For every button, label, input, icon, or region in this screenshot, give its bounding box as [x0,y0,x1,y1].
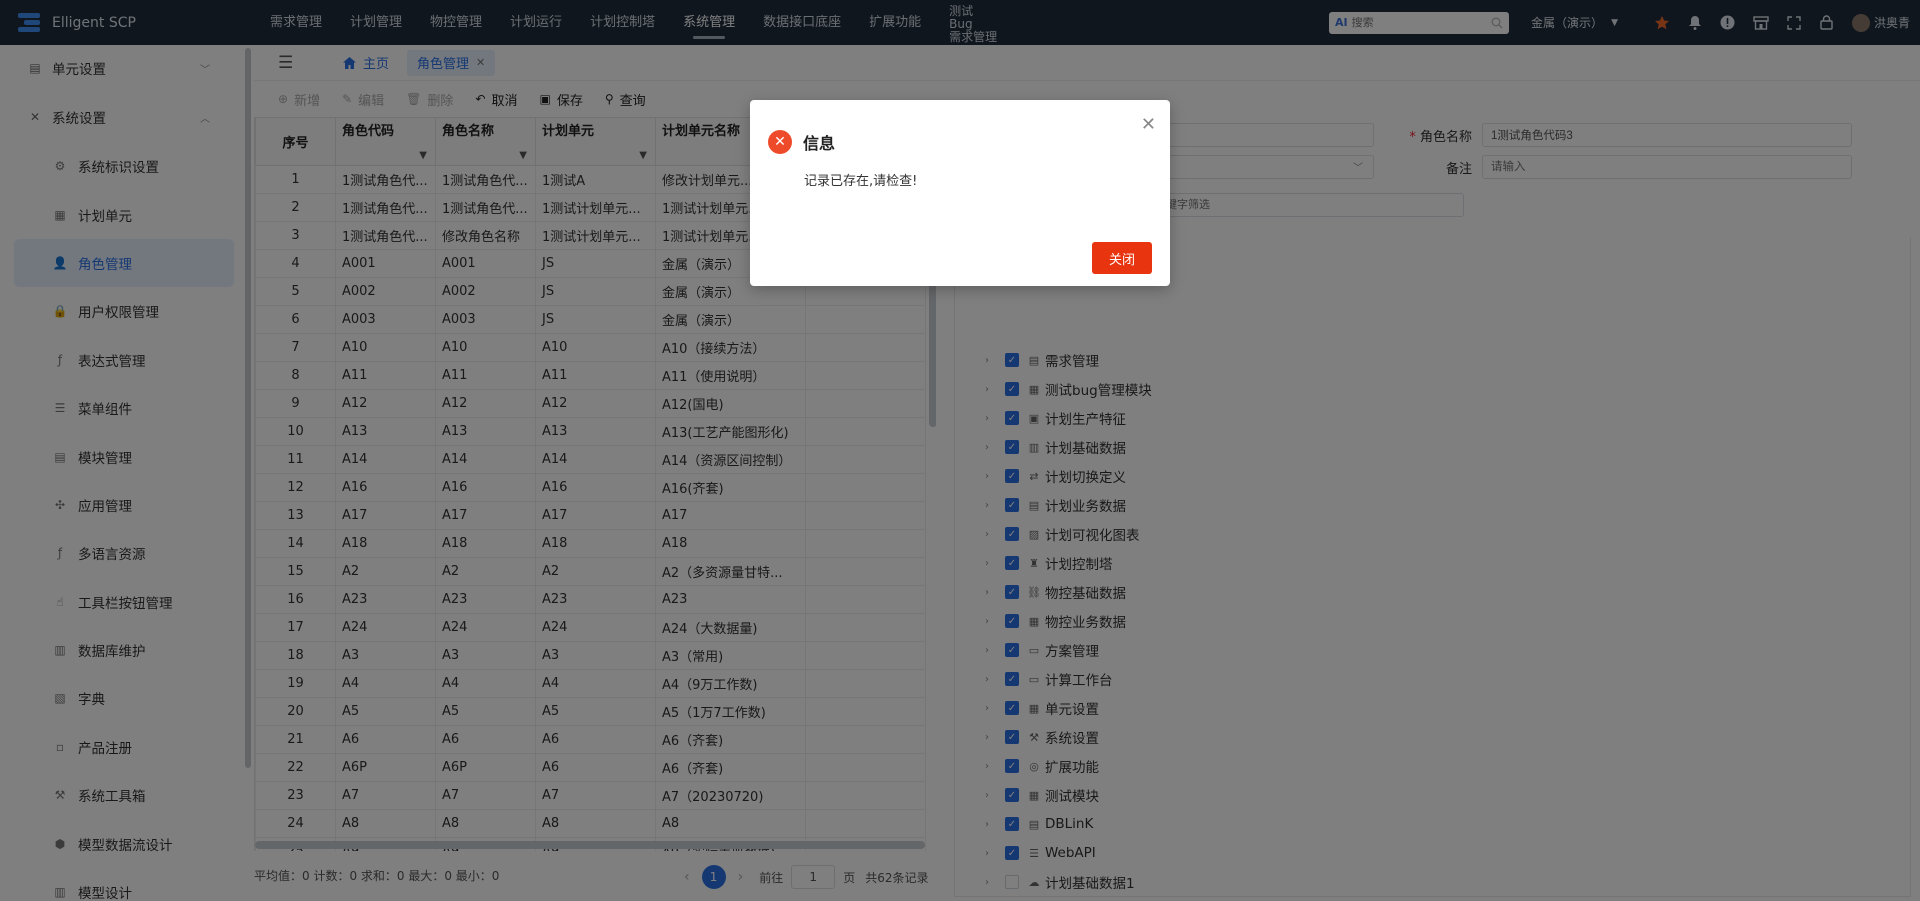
error-icon: ✕ [768,130,792,154]
dialog-header: ✕ 信息 [768,130,835,154]
dialog-title: 信息 [803,134,836,153]
dialog-message: 记录已存在,请检查! [804,174,918,189]
dialog-close-button[interactable]: 关闭 [1092,242,1152,274]
close-icon[interactable]: ✕ [1141,114,1156,135]
info-dialog: ✕ ✕ 信息 记录已存在,请检查! 关闭 [750,100,1170,286]
